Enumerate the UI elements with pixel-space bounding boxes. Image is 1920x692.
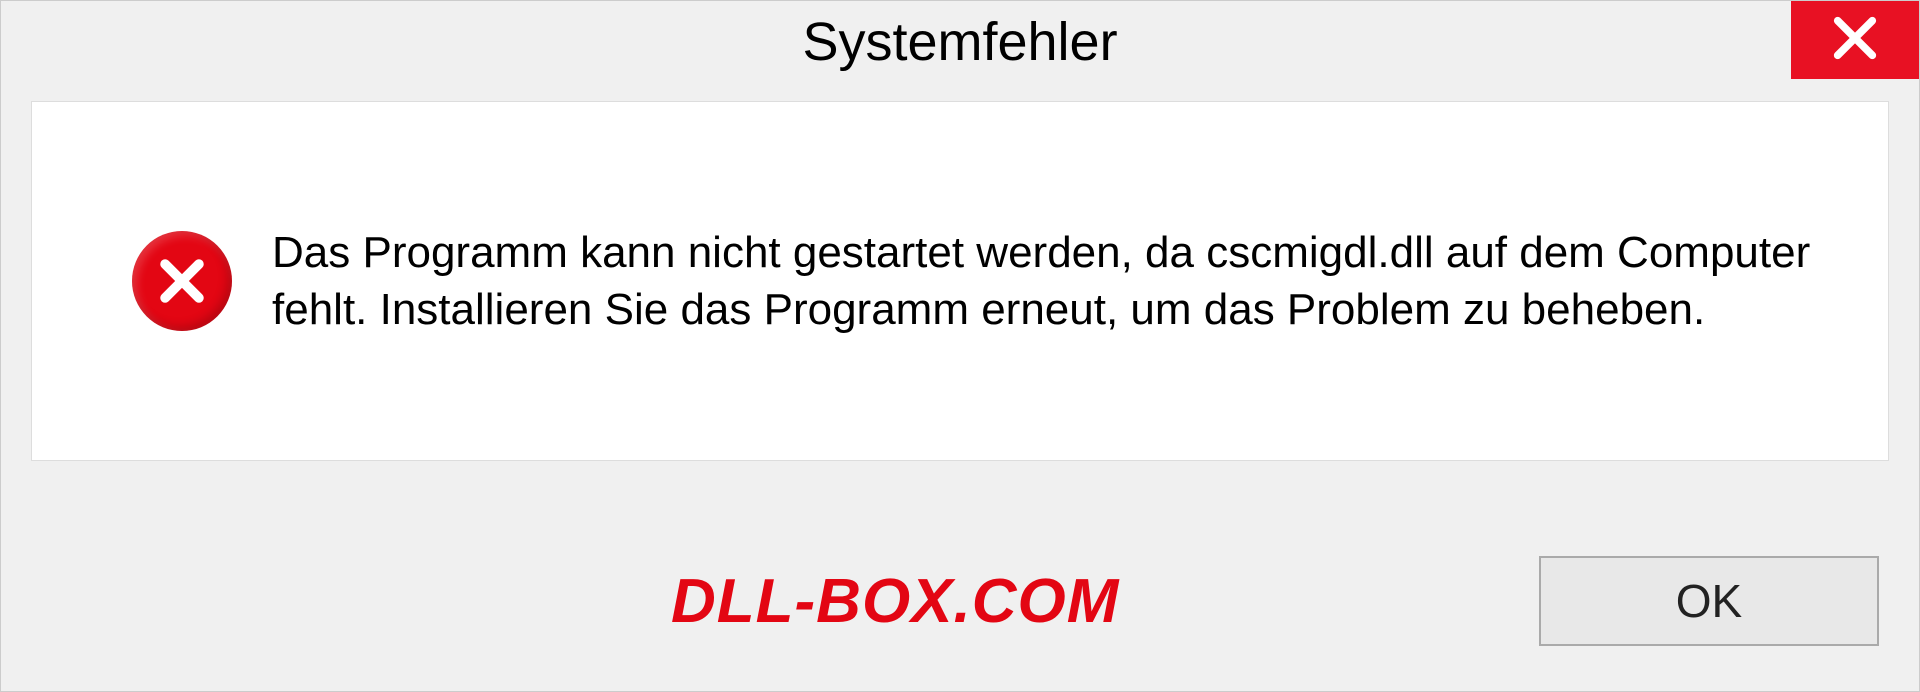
watermark-text: DLL-BOX.COM <box>671 566 1119 637</box>
close-icon <box>1829 12 1881 69</box>
error-message: Das Programm kann nicht gestartet werden… <box>272 224 1848 338</box>
titlebar: Systemfehler <box>1 1 1919 83</box>
content-panel: Das Programm kann nicht gestartet werden… <box>31 101 1889 461</box>
error-dialog: Systemfehler Das Programm kann nicht ges… <box>0 0 1920 692</box>
close-button[interactable] <box>1791 1 1919 79</box>
ok-button-label: OK <box>1676 574 1742 628</box>
dialog-title: Systemfehler <box>802 11 1117 73</box>
dialog-footer: DLL-BOX.COM OK <box>31 541 1889 661</box>
ok-button[interactable]: OK <box>1539 556 1879 646</box>
error-icon <box>132 231 232 331</box>
